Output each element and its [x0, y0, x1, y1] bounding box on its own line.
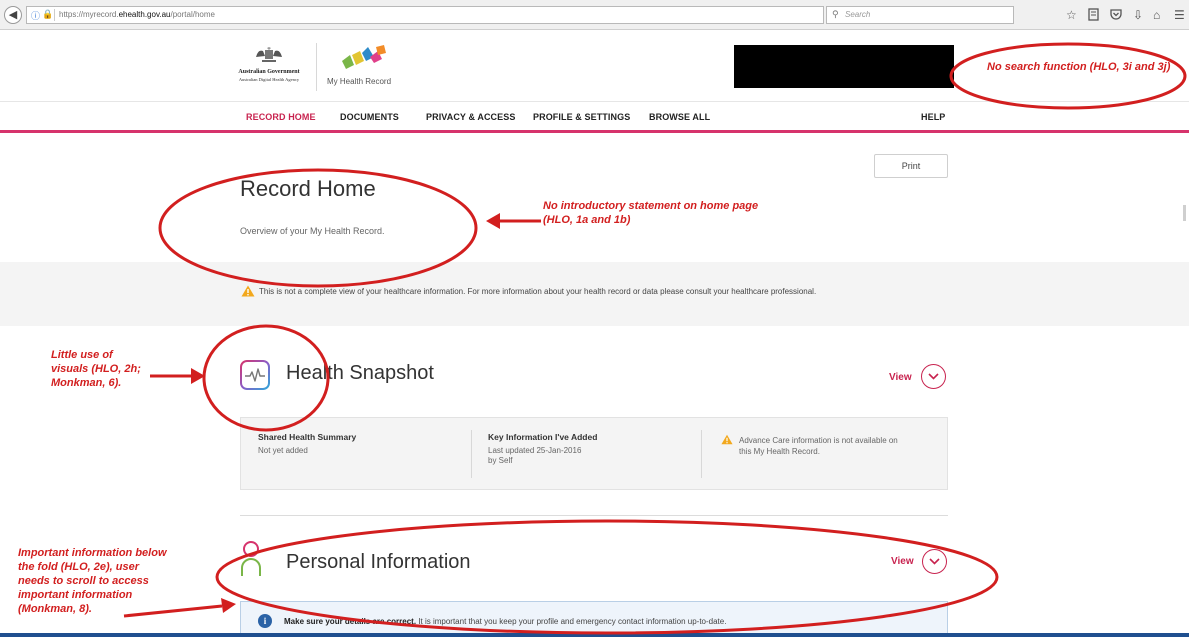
warning-icon	[241, 285, 255, 297]
nav-documents[interactable]: DOCUMENTS	[340, 112, 399, 122]
key-info-updated: Last updated 25-Jan-2016	[488, 446, 582, 455]
shared-summary-title: Shared Health Summary	[258, 432, 357, 442]
health-snapshot-title: Health Snapshot	[286, 362, 434, 384]
profile-reminder-body: It is important that you keep your profi…	[416, 617, 727, 626]
url-prefix: https://myrecord.	[59, 10, 119, 19]
pocket-icon[interactable]	[1110, 8, 1122, 23]
download-icon[interactable]: ⇩	[1133, 8, 1143, 22]
profile-reminder-bold: Make sure your details are correct.	[284, 617, 417, 626]
bookmark-star-icon[interactable]: ☆	[1066, 8, 1077, 22]
column-divider	[701, 430, 702, 478]
government-name: Australian Government	[238, 69, 300, 75]
browser-toolbar: ◀ ⓘ 🔒 https://myrecord.ehealth.gov.au/po…	[0, 0, 1189, 30]
key-info-title: Key Information I've Added	[488, 432, 598, 442]
agency-name: Australian Digital Health Agency	[238, 77, 300, 82]
government-crest: Australian Government Australian Digital…	[232, 47, 306, 91]
nav-record-home[interactable]: RECORD HOME	[246, 112, 316, 122]
url-text: https://myrecord.ehealth.gov.au/portal/h…	[59, 10, 215, 19]
advance-care-line2: this My Health Record.	[739, 447, 820, 456]
person-icon	[241, 541, 261, 576]
fold-annotation: Important information below the fold (HL…	[18, 547, 167, 615]
url-domain: ehealth.gov.au	[118, 10, 171, 19]
coat-of-arms-icon	[256, 47, 282, 62]
lock-icon: 🔒	[42, 9, 54, 19]
taskbar-strip	[0, 633, 1189, 637]
search-icon: ⚲	[832, 9, 839, 19]
personal-info-title: Personal Information	[286, 551, 471, 573]
nav-profile-settings[interactable]: PROFILE & SETTINGS	[533, 112, 630, 122]
screenshot-root: ◀ ⓘ 🔒 https://myrecord.ehealth.gov.au/po…	[0, 0, 1189, 637]
logo-divider	[316, 43, 317, 91]
heartbeat-icon	[240, 360, 270, 390]
url-separator	[54, 9, 55, 21]
visuals-annotation: Little use of visuals (HLO, 2h; Monkman,…	[51, 349, 141, 389]
redacted-user-area	[734, 45, 954, 88]
reading-list-icon[interactable]	[1088, 8, 1099, 24]
shared-summary-value: Not yet added	[258, 446, 308, 455]
section-divider	[240, 515, 948, 516]
chevron-down-icon	[928, 373, 939, 380]
browser-search-field[interactable]: ⚲ Search	[826, 6, 1014, 24]
search-annotation: No search function (HLO, 3i and 3j)	[987, 61, 1171, 73]
nav-privacy-access[interactable]: PRIVACY & ACCESS	[426, 112, 515, 122]
profile-reminder-box: i Make sure your details are correct. It…	[240, 601, 948, 637]
page-title: Record Home	[240, 176, 376, 201]
warning-icon	[721, 434, 733, 445]
nav-help[interactable]: HELP	[921, 112, 945, 122]
advance-care-line1: Advance Care information is not availabl…	[739, 436, 898, 445]
intro-annotation: No introductory statement on home page (…	[543, 200, 759, 226]
home-icon[interactable]: ⌂	[1153, 8, 1160, 22]
url-path: /portal/home	[170, 10, 215, 19]
scrollbar-thumb[interactable]	[1183, 205, 1186, 221]
info-icon: i	[258, 614, 272, 628]
nav-browse-all[interactable]: BROWSE ALL	[649, 112, 710, 122]
health-snapshot-expand-button[interactable]	[921, 364, 946, 389]
personal-info-expand-button[interactable]	[922, 549, 947, 574]
product-name: My Health Record	[327, 77, 392, 86]
back-button[interactable]: ◀	[4, 6, 22, 24]
personal-info-view-link[interactable]: View	[891, 556, 914, 567]
chevron-down-icon	[929, 558, 940, 565]
print-button[interactable]: Print	[874, 154, 948, 178]
my-health-record-logo-icon	[342, 45, 386, 69]
key-info-author: by Self	[488, 456, 513, 465]
address-bar[interactable]: ⓘ 🔒 https://myrecord.ehealth.gov.au/port…	[26, 6, 840, 24]
search-placeholder: Search	[845, 10, 871, 19]
page-subtitle: Overview of your My Health Record.	[240, 226, 385, 236]
health-snapshot-view-link[interactable]: View	[889, 372, 912, 383]
notice-text: This is not a complete view of your heal…	[259, 287, 817, 296]
intro-annotation-arrow	[486, 213, 541, 229]
health-snapshot-panel: Shared Health Summary Not yet added Key …	[240, 417, 948, 490]
column-divider	[471, 430, 472, 478]
menu-icon[interactable]: ☰	[1174, 8, 1185, 22]
main-nav: RECORD HOME DOCUMENTS PRIVACY & ACCESS P…	[0, 103, 1189, 133]
profile-reminder-text: Make sure your details are correct. It i…	[284, 617, 726, 626]
visuals-annotation-arrow	[150, 368, 205, 384]
info-icon[interactable]: ⓘ	[31, 9, 40, 22]
